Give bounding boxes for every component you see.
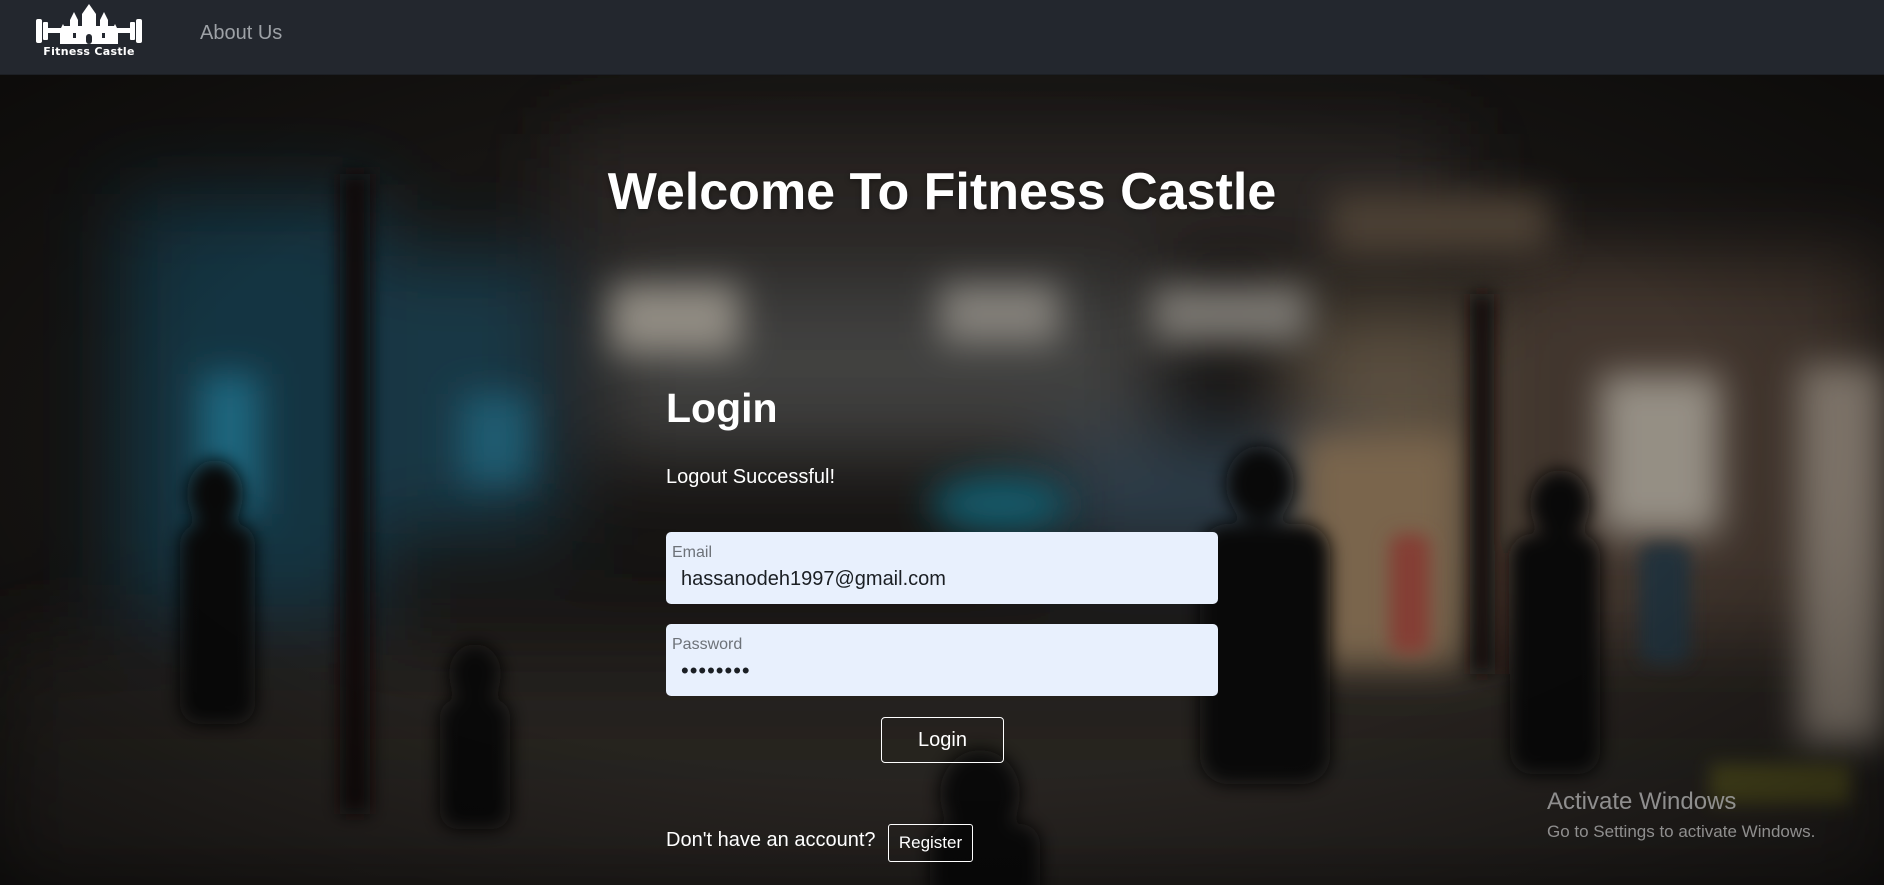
- email-field[interactable]: Email: [666, 532, 1218, 604]
- watermark-subtitle: Go to Settings to activate Windows.: [1547, 822, 1816, 841]
- page-title: Welcome To Fitness Castle: [607, 163, 1277, 221]
- brand-logo[interactable]: Fitness Castle: [36, 4, 142, 58]
- watermark-title: Activate Windows: [1547, 788, 1737, 815]
- nav-link-about-us[interactable]: About Us: [200, 22, 282, 45]
- register-prompt: Don't have an account?: [666, 829, 876, 851]
- brand-text: Fitness Castle: [43, 45, 135, 58]
- navbar: Fitness Castle About Us: [0, 0, 1884, 75]
- email-input[interactable]: [681, 565, 1201, 593]
- login-heading: Login: [666, 385, 778, 431]
- register-button[interactable]: Register: [888, 824, 973, 862]
- password-field[interactable]: Password: [666, 624, 1218, 696]
- password-input[interactable]: [681, 657, 1201, 685]
- password-label: Password: [672, 636, 743, 653]
- castle-dumbbell-logo-icon: [36, 4, 142, 44]
- login-button[interactable]: Login: [881, 717, 1004, 763]
- activate-windows-watermark: Activate Windows Go to Settings to activ…: [1547, 788, 1815, 842]
- logout-success-message: Logout Successful!: [666, 466, 835, 488]
- email-label: Email: [672, 544, 713, 561]
